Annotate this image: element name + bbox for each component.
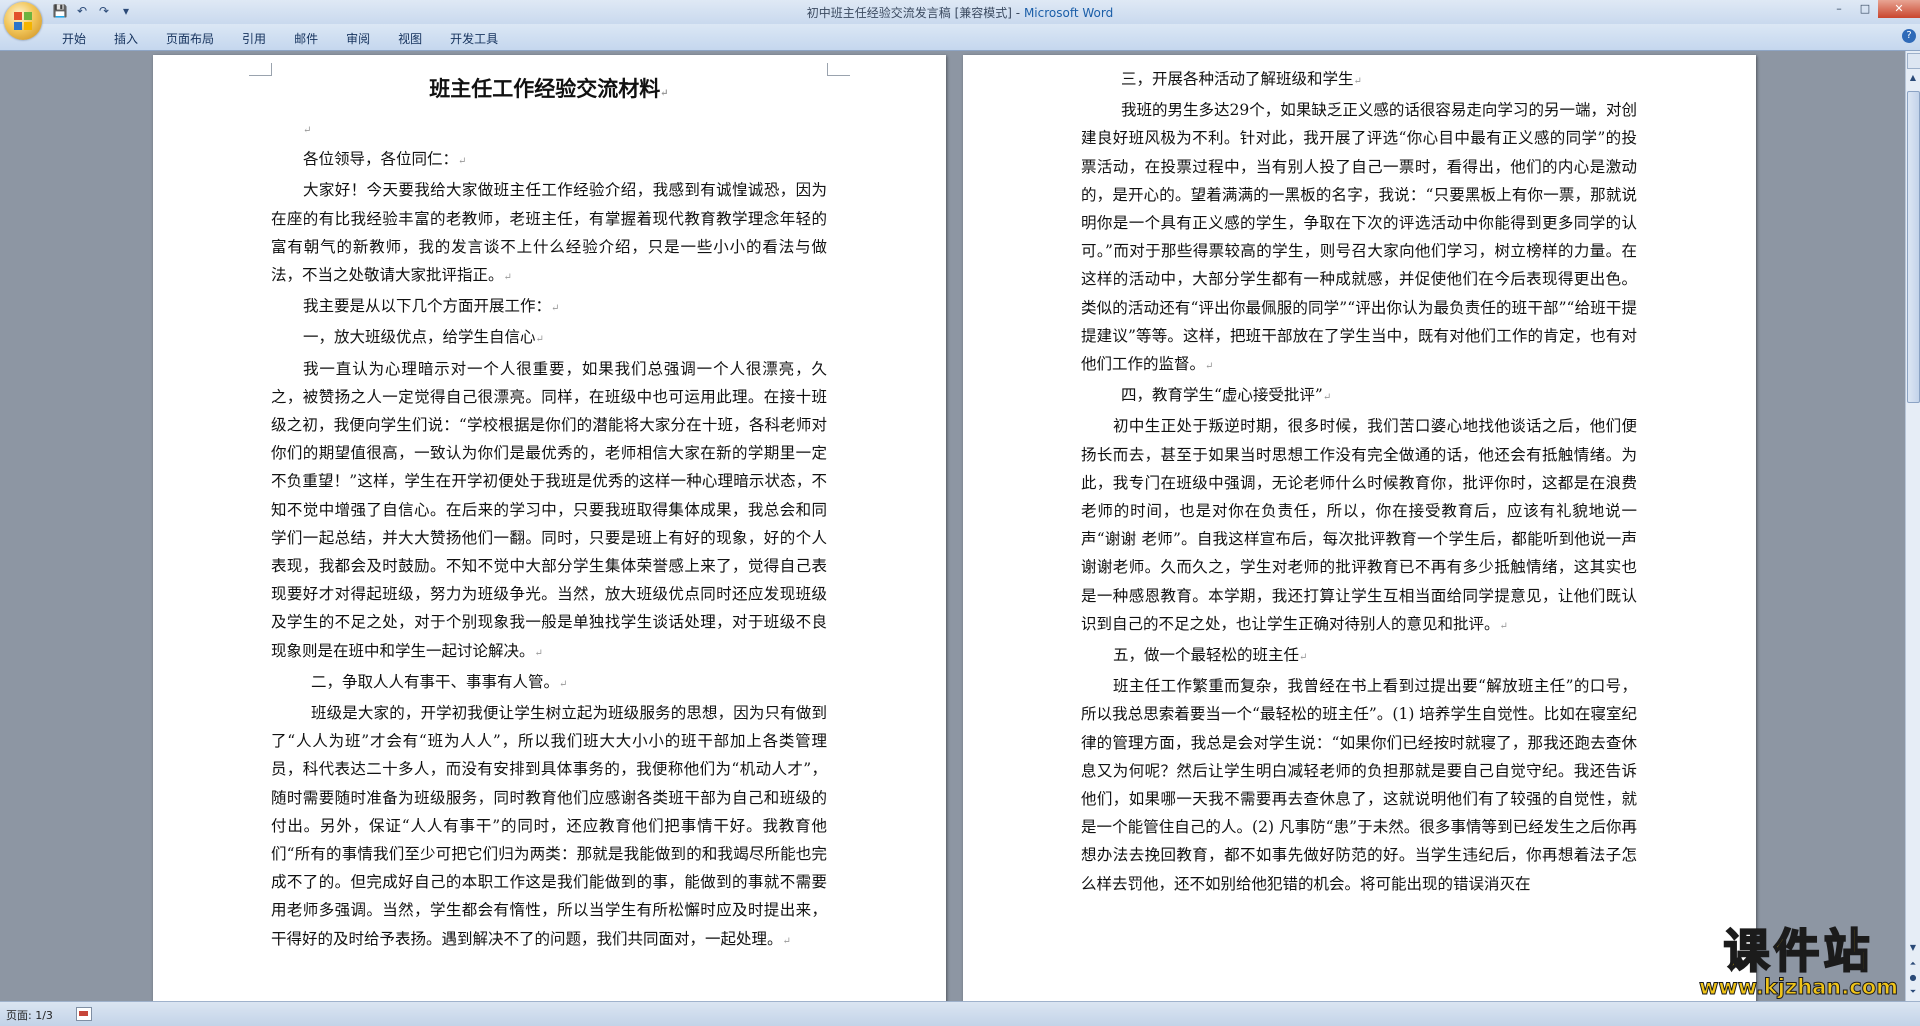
tab-mailings[interactable]: 邮件 [280, 28, 332, 49]
tab-insert[interactable]: 插入 [100, 28, 152, 49]
document-name: 初中班主任经验交流发言稿 [兼容模式] [806, 6, 1012, 20]
margin-corner-mark [249, 63, 272, 76]
overview-paragraph: 我主要是从以下几个方面开展工作：↵ [303, 297, 560, 316]
close-button[interactable]: ✕ [1878, 0, 1920, 18]
body-paragraph: 我一直认为心理暗示对一个人很重要，如果我们总强调一个人很漂亮，久之，被赞扬之人一… [271, 359, 827, 660]
ribbon: 开始 插入 页面布局 引用 邮件 审阅 视图 开发工具 ? [0, 24, 1920, 51]
office-button[interactable] [4, 2, 42, 40]
intro-paragraph: 大家好！今天要我给大家做班主任工作经验介绍，我感到有诚惶诚恐，因为在座的有比我经… [271, 181, 827, 285]
blank-paragraph: ↵ [303, 125, 312, 136]
document-title: 班主任工作经验交流材料↵ [429, 76, 669, 101]
tab-page-layout[interactable]: 页面布局 [152, 28, 228, 49]
page-count-status[interactable]: 页面: 1/3 [6, 1007, 53, 1023]
status-bar: 页面: 1/3 [0, 1001, 1920, 1026]
tab-references[interactable]: 引用 [228, 28, 280, 49]
section-heading-5: 五，做一个最轻松的班主任↵ [1113, 646, 1308, 665]
document-page-1[interactable]: 班主任工作经验交流材料↵ ↵ 各位领导，各位同仁：↵ 大家好！今天要我给大家做班… [153, 55, 946, 1001]
page-1-text: 班主任工作经验交流材料↵ ↵ 各位领导，各位同仁：↵ 大家好！今天要我给大家做班… [271, 71, 827, 956]
browse-object-icon[interactable]: ● [1907, 971, 1919, 985]
view-ruler-icon[interactable] [1907, 53, 1920, 69]
section-heading-3: 三，开展各种活动了解班级和学生↵ [1121, 70, 1362, 88]
watermark-text: 课件站 [1722, 924, 1874, 978]
tab-home[interactable]: 开始 [48, 28, 100, 49]
section-heading-2: 二，争取人人有事干、事事有人管。↵ [311, 672, 568, 691]
maximize-button[interactable]: □ [1852, 0, 1878, 18]
tab-developer[interactable]: 开发工具 [436, 28, 512, 49]
office-logo-icon [14, 12, 32, 30]
body-paragraph: 我班的男生多达29个，如果缺乏正义感的话很容易走向学习的另一端，对创建良好班风极… [1081, 101, 1637, 374]
watermark-logo: 课件站 www.kjzhan.com [1698, 924, 1898, 999]
body-paragraph: 班主任工作繁重而复杂，我曾经在书上看到过提出要“解放班主任”的口号，所以我总思索… [1081, 677, 1637, 893]
help-icon[interactable]: ? [1902, 29, 1916, 43]
scroll-up-arrow-icon[interactable]: ▲ [1907, 71, 1919, 85]
title-separator: - [1011, 6, 1024, 20]
previous-page-icon[interactable]: ⏶ [1907, 957, 1919, 971]
watermark-url: www.kjzhan.com [1698, 975, 1898, 999]
body-paragraph: 初中生正处于叛逆时期，很多时候，我们苦口婆心地找他谈话之后，他们便扬长而去，甚至… [1081, 417, 1637, 633]
title-bar: 💾 ↶ ↷ ▾ 初中班主任经验交流发言稿 [兼容模式] - Microsoft … [0, 0, 1920, 24]
document-workspace: 班主任工作经验交流材料↵ ↵ 各位领导，各位同仁：↵ 大家好！今天要我给大家做班… [0, 51, 1906, 1001]
scroll-down-arrow-icon[interactable]: ▼ [1907, 941, 1919, 955]
ribbon-tabs: 开始 插入 页面布局 引用 邮件 审阅 视图 开发工具 [48, 28, 512, 49]
tab-review[interactable]: 审阅 [332, 28, 384, 49]
section-heading-4: 四，教育学生“虚心接受批评”↵ [1121, 386, 1332, 405]
proofing-icon[interactable] [76, 1007, 92, 1021]
document-page-2[interactable]: 三，开展各种活动了解班级和学生↵ 我班的男生多达29个，如果缺乏正义感的话很容易… [963, 55, 1756, 1001]
scrollbar-thumb[interactable] [1907, 91, 1920, 403]
page-2-text: 三，开展各种活动了解班级和学生↵ 我班的男生多达29个，如果缺乏正义感的话很容易… [1081, 65, 1637, 898]
body-paragraph: 班级是大家的，开学初我便让学生树立起为班级服务的思想，因为只有做到了“人人为班”… [271, 704, 827, 948]
window-title: 初中班主任经验交流发言稿 [兼容模式] - Microsoft Word [0, 4, 1920, 21]
tab-view[interactable]: 视图 [384, 28, 436, 49]
vertical-scrollbar[interactable]: ▲ ▼ ⏶ ● ⏷ [1905, 51, 1920, 1001]
next-page-icon[interactable]: ⏷ [1907, 985, 1919, 999]
minimize-button[interactable]: – [1826, 0, 1852, 18]
app-name: Microsoft Word [1023, 6, 1114, 20]
section-heading-1: 一，放大班级优点，给学生自信心↵ [303, 328, 544, 347]
margin-corner-mark [827, 63, 850, 76]
window-controls: – □ ✕ [1826, 0, 1920, 18]
salutation-paragraph: 各位领导，各位同仁：↵ [303, 150, 467, 169]
